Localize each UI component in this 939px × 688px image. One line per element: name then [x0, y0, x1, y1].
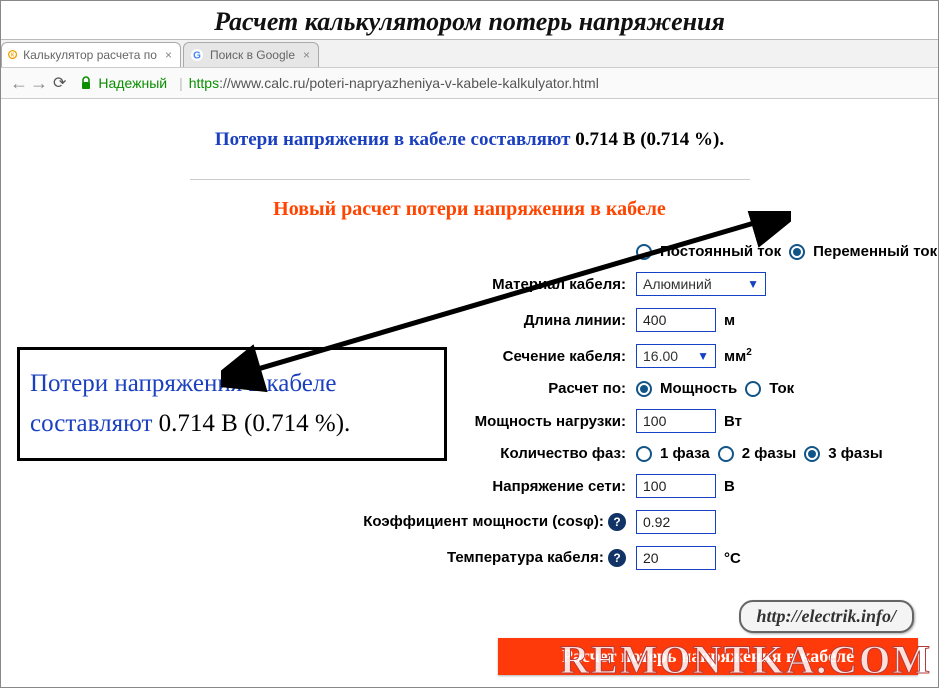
- help-icon[interactable]: ?: [608, 549, 626, 567]
- result-prefix: Потери напряжения в кабеле составляют: [215, 129, 575, 150]
- reload-icon[interactable]: ⟳: [53, 73, 66, 93]
- google-favicon-icon: G: [190, 48, 204, 62]
- row-current-type: Постоянный ток Переменный ток: [1, 243, 938, 260]
- label-temp: Температура кабеля: ?: [1, 549, 636, 567]
- browser-tab-inactive[interactable]: G Поиск в Google ×: [183, 42, 319, 67]
- label-power: Мощность: [660, 380, 737, 397]
- url-rest: ://www.calc.ru/poteri-napryazheniya-v-ka…: [219, 75, 599, 91]
- url-scheme: https: [189, 75, 219, 91]
- svg-text:G: G: [193, 51, 201, 62]
- calculate-button[interactable]: Расчет потерь напряжения в кабеле: [498, 638, 918, 675]
- select-material[interactable]: Алюминий ▼: [636, 272, 766, 296]
- result-value: 0.714 В (0.714 %).: [575, 129, 724, 150]
- radio-2phase[interactable]: [718, 446, 734, 462]
- browser-tab-active[interactable]: К Калькулятор расчета по ×: [1, 42, 181, 67]
- callout-value: 0.714 В (0.714 %).: [159, 410, 351, 437]
- label-voltage: Напряжение сети:: [1, 478, 636, 495]
- label-cosphi: Коэффициент мощности (cosφ): ?: [1, 513, 636, 531]
- callout-box: Потери напряжения в кабеле составляют 0.…: [17, 347, 447, 461]
- browser-tabstrip: К Калькулятор расчета по × G Поиск в Goo…: [1, 39, 938, 67]
- row-temp: Температура кабеля: ? °С: [1, 546, 938, 570]
- unit-temp: °С: [724, 550, 741, 567]
- label-length: Длина линии:: [1, 312, 636, 329]
- input-length[interactable]: [636, 308, 716, 332]
- chevron-down-icon: ▼: [747, 277, 759, 291]
- result-summary: Потери напряжения в кабеле составляют 0.…: [1, 129, 938, 151]
- radio-power[interactable]: [636, 381, 652, 397]
- unit-voltage: В: [724, 478, 735, 495]
- unit-load: Вт: [724, 413, 742, 430]
- lock-icon: [80, 76, 92, 90]
- label-dc: Постоянный ток: [660, 243, 781, 260]
- select-section[interactable]: 16.00 ▼: [636, 344, 716, 368]
- input-load[interactable]: [636, 409, 716, 433]
- row-length: Длина линии: м: [1, 308, 938, 332]
- radio-current[interactable]: [745, 381, 761, 397]
- close-icon[interactable]: ×: [303, 48, 310, 62]
- browser-tab-title: Поиск в Google: [210, 48, 295, 62]
- help-icon[interactable]: ?: [608, 513, 626, 531]
- unit-length: м: [724, 312, 735, 329]
- browser-tab-title: Калькулятор расчета по: [23, 48, 157, 62]
- input-cosphi[interactable]: [636, 510, 716, 534]
- label-2phase: 2 фазы: [742, 445, 796, 462]
- row-material: Материал кабеля: Алюминий ▼: [1, 272, 938, 296]
- address-bar: ← → ⟳ Надежный | https://www.calc.ru/pot…: [1, 67, 938, 99]
- input-temp[interactable]: [636, 546, 716, 570]
- url-field[interactable]: https://www.calc.ru/poteri-napryazheniya…: [189, 75, 599, 91]
- radio-ac[interactable]: [789, 244, 805, 260]
- unit-section: мм2: [724, 347, 752, 365]
- source-link-badge[interactable]: http://electrik.info/: [739, 600, 915, 633]
- label-ac: Переменный ток: [813, 243, 937, 260]
- label-1phase: 1 фаза: [660, 445, 710, 462]
- secure-label: Надежный: [98, 75, 167, 91]
- select-material-value: Алюминий: [643, 276, 712, 292]
- secure-badge: Надежный: [80, 75, 167, 91]
- section-title: Новый расчет потери напряжения в кабеле: [1, 198, 938, 221]
- label-material: Материал кабеля:: [1, 276, 636, 293]
- separator: |: [179, 75, 183, 91]
- radio-dc[interactable]: [636, 244, 652, 260]
- row-voltage: Напряжение сети: В: [1, 474, 938, 498]
- select-section-value: 16.00: [643, 348, 678, 364]
- radio-3phase[interactable]: [804, 446, 820, 462]
- nav-forward-icon[interactable]: →: [29, 73, 49, 94]
- label-current: Ток: [769, 380, 794, 397]
- nav-back-icon[interactable]: ←: [9, 73, 29, 94]
- divider: [190, 179, 750, 180]
- radio-1phase[interactable]: [636, 446, 652, 462]
- chevron-down-icon: ▼: [697, 349, 709, 363]
- page-heading: Расчет калькулятором потерь напряжения: [1, 1, 938, 39]
- calc-favicon-icon: К: [8, 48, 17, 62]
- input-voltage[interactable]: [636, 474, 716, 498]
- row-cosphi: Коэффициент мощности (cosφ): ?: [1, 510, 938, 534]
- close-icon[interactable]: ×: [165, 48, 172, 62]
- label-3phase: 3 фазы: [828, 445, 882, 462]
- page-content: Потери напряжения в кабеле составляют 0.…: [1, 99, 938, 685]
